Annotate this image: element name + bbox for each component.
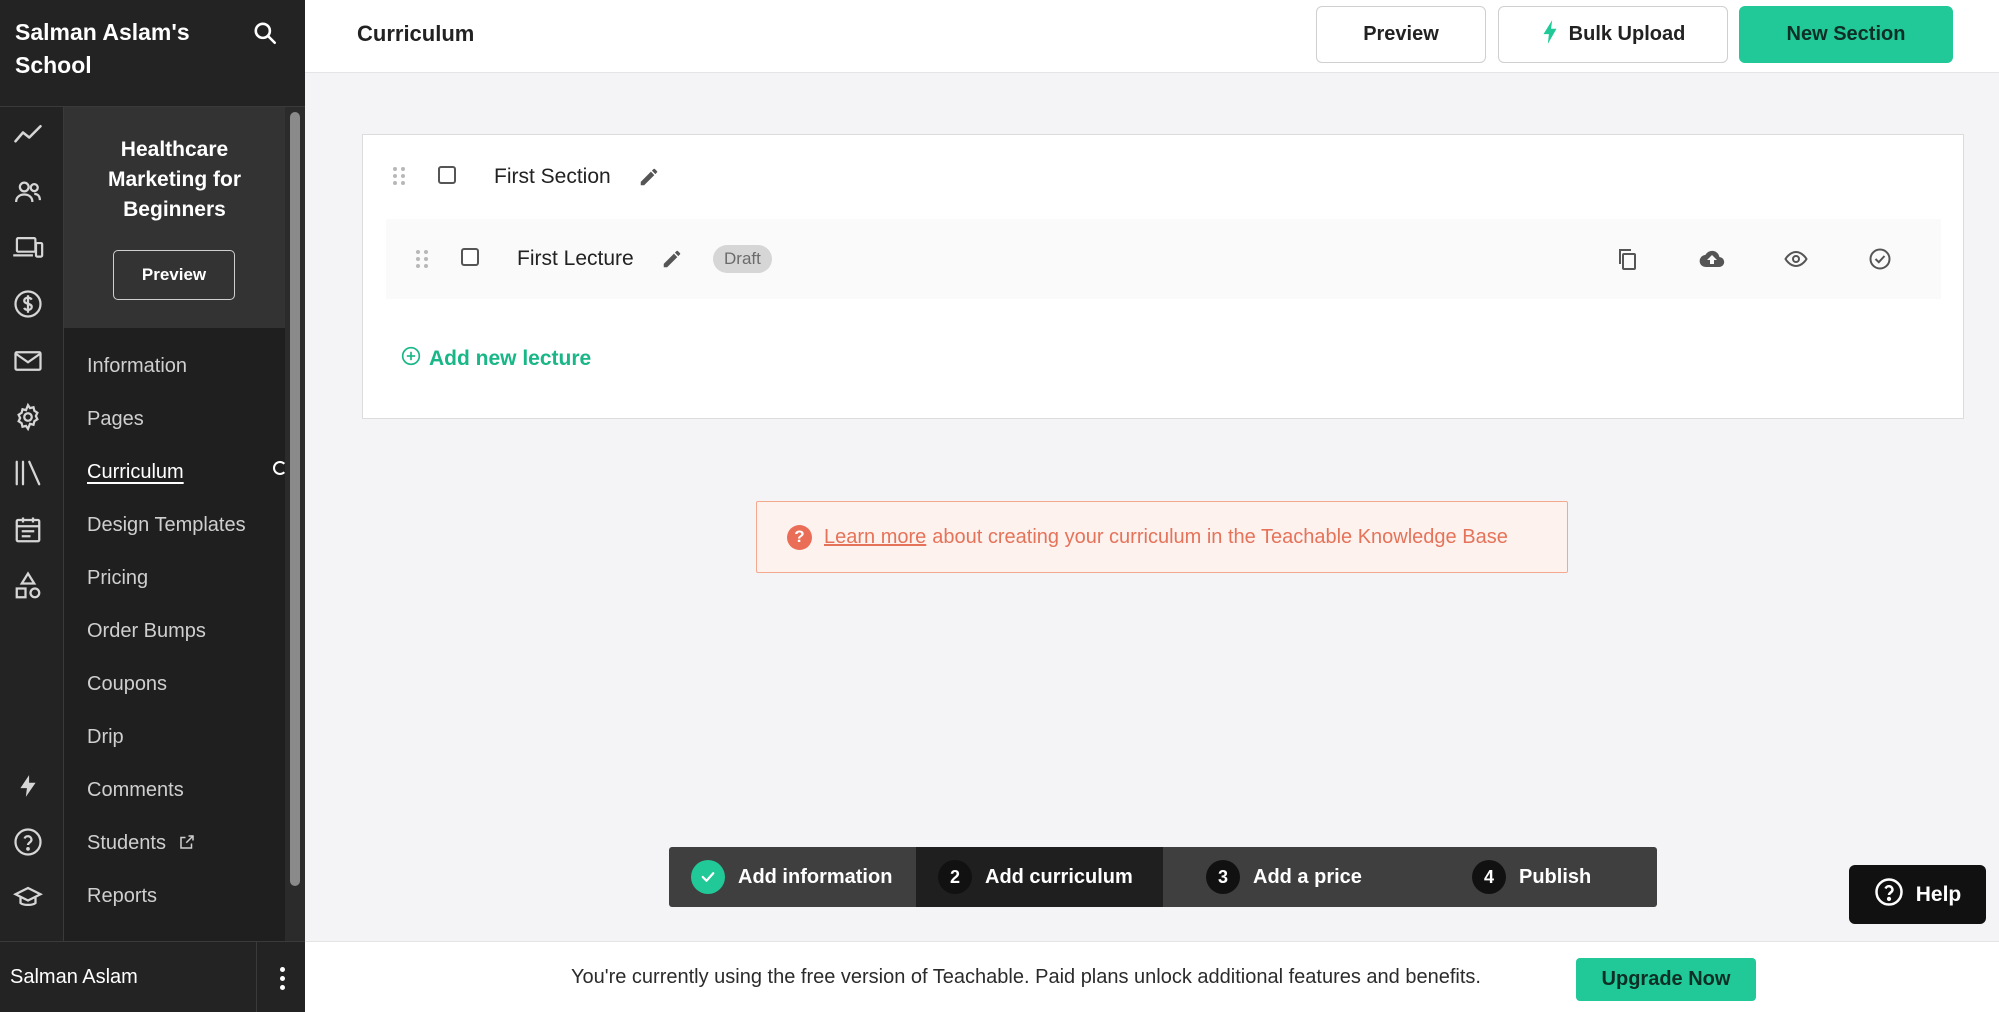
step-publish[interactable]: 4 Publish <box>1429 847 1657 907</box>
school-name[interactable]: Salman Aslam's School <box>15 16 235 82</box>
copy-icon[interactable] <box>1613 245 1641 273</box>
nav-item-pages[interactable]: Pages <box>87 407 144 431</box>
more-vertical-icon[interactable] <box>270 962 294 994</box>
page-title: Curriculum <box>357 21 475 46</box>
check-circle-icon[interactable] <box>1866 245 1894 273</box>
devices-icon[interactable] <box>12 232 44 264</box>
step-number: 4 <box>1472 860 1506 894</box>
step-number: 3 <box>1206 860 1240 894</box>
search-icon[interactable] <box>252 20 278 46</box>
step-label: Add curriculum <box>985 865 1133 888</box>
icon-rail <box>0 107 64 941</box>
lightning-icon[interactable] <box>12 770 44 802</box>
user-name[interactable]: Salman Aslam <box>10 966 138 989</box>
user-bar: Salman Aslam <box>0 941 305 1012</box>
lecture-checkbox[interactable] <box>461 248 479 266</box>
gear-icon[interactable] <box>12 401 44 433</box>
drag-handle-icon[interactable] <box>416 250 428 268</box>
step-add-curriculum[interactable]: 2 Add curriculum <box>916 847 1163 907</box>
graduation-cap-icon[interactable] <box>12 882 44 914</box>
school-header: Salman Aslam's School <box>0 0 305 107</box>
step-add-a-price[interactable]: 3 Add a price <box>1163 847 1429 907</box>
course-title: Healthcare Marketing for Beginners <box>107 138 241 221</box>
nav-item-curriculum[interactable]: Curriculum <box>87 460 184 484</box>
help-circle-icon <box>1874 877 1904 913</box>
help-button[interactable]: Help <box>1849 865 1986 924</box>
upgrade-now-button[interactable]: Upgrade Now <box>1576 958 1756 1001</box>
course-panel: Healthcare Marketing for Beginners Previ… <box>64 107 287 941</box>
status-badge: Draft <box>713 245 772 273</box>
help-circle-icon[interactable] <box>12 826 44 858</box>
nav-item-comments[interactable]: Comments <box>87 778 184 802</box>
add-lecture-button[interactable]: Add new lecture <box>401 346 591 372</box>
free-plan-message: You're currently using the free version … <box>571 966 1481 988</box>
checkmark-icon <box>691 860 725 894</box>
step-label: Add a price <box>1253 865 1362 888</box>
nav-item-reports[interactable]: Reports <box>87 884 157 908</box>
nav-item-coupons[interactable]: Coupons <box>87 672 167 696</box>
pencil-icon[interactable] <box>661 248 683 275</box>
nav-item-students-label: Students <box>87 832 166 854</box>
mail-icon[interactable] <box>12 345 44 377</box>
nav-item-drip[interactable]: Drip <box>87 725 124 749</box>
nav-item-order-bumps[interactable]: Order Bumps <box>87 619 206 643</box>
user-bar-divider <box>256 942 257 1012</box>
users-icon[interactable] <box>12 176 44 208</box>
new-section-button[interactable]: New Section <box>1739 6 1953 63</box>
calendar-icon[interactable] <box>12 514 44 546</box>
nav-item-information[interactable]: Information <box>87 354 187 378</box>
step-label: Publish <box>1519 865 1592 888</box>
cloud-upload-icon[interactable] <box>1698 245 1726 273</box>
trend-line-icon[interactable] <box>12 119 44 151</box>
preview-button[interactable]: Preview <box>1316 6 1486 63</box>
curriculum-section-card: First Section First Lecture Draft Add ne… <box>362 134 1964 419</box>
banner-text: about creating your curriculum in the Te… <box>932 525 1508 548</box>
plus-circle-icon <box>401 346 421 372</box>
lightning-icon <box>1541 19 1559 51</box>
nav-item-students[interactable]: Students <box>87 831 196 857</box>
lecture-row[interactable]: First Lecture Draft <box>386 219 1941 299</box>
nav-item-pricing[interactable]: Pricing <box>87 566 148 590</box>
pencil-icon[interactable] <box>638 166 660 193</box>
bulk-upload-label: Bulk Upload <box>1568 23 1686 45</box>
dollar-icon[interactable] <box>12 288 44 320</box>
drag-handle-icon[interactable] <box>393 167 405 185</box>
learn-more-link[interactable]: Learn more <box>824 526 926 549</box>
sidebar-scrollbar-thumb[interactable] <box>290 112 300 886</box>
course-steps-bar: Add information 2 Add curriculum 3 Add a… <box>669 847 1657 907</box>
top-bar: Curriculum Preview Bulk Upload New Secti… <box>305 0 1999 73</box>
shapes-icon[interactable] <box>12 570 44 602</box>
add-lecture-label: Add new lecture <box>429 347 592 370</box>
lecture-title[interactable]: First Lecture <box>517 247 634 271</box>
section-checkbox[interactable] <box>438 166 456 184</box>
external-link-icon <box>178 833 196 857</box>
question-circle-icon: ? <box>787 524 812 550</box>
nav-item-design-templates[interactable]: Design Templates <box>87 513 246 537</box>
step-label: Add information <box>738 865 893 888</box>
help-label: Help <box>1915 882 1962 906</box>
step-add-information[interactable]: Add information <box>669 847 916 907</box>
step-number: 2 <box>938 860 972 894</box>
course-header: Healthcare Marketing for Beginners Previ… <box>64 107 285 328</box>
library-icon[interactable] <box>12 457 44 489</box>
course-preview-button[interactable]: Preview <box>113 250 235 300</box>
section-title[interactable]: First Section <box>494 165 611 189</box>
knowledge-base-banner: ? Learn more about creating your curricu… <box>756 501 1568 573</box>
free-plan-footer: You're currently using the free version … <box>305 941 1999 1012</box>
eye-icon[interactable] <box>1782 245 1810 273</box>
bulk-upload-button[interactable]: Bulk Upload <box>1498 6 1728 63</box>
